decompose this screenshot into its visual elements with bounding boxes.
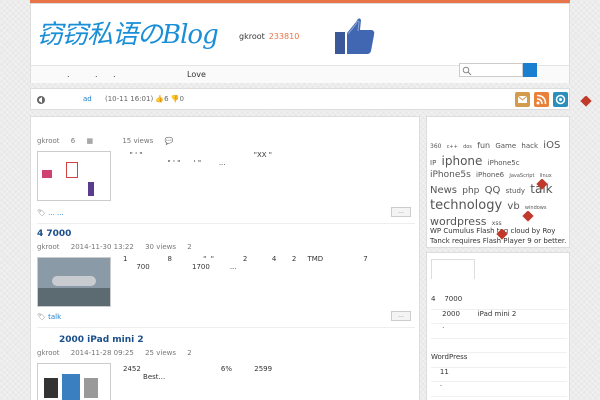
post-date: 2014-11-30 13:22	[70, 243, 134, 251]
tag-cloud-item[interactable]: QQ	[485, 185, 501, 196]
tag-cloud-widget: 360 c++ dos fun Game hack iOS IP iphone …	[426, 116, 570, 248]
header-count: 233810	[268, 32, 300, 41]
post-thumbnail[interactable]	[37, 257, 111, 307]
sidebar-tab[interactable]	[431, 259, 475, 279]
post-date: 2014-11-28 09:25	[70, 349, 134, 357]
tag-link[interactable]: ... ...	[48, 209, 64, 217]
tag-cloud-item[interactable]: 360	[430, 143, 441, 150]
post-author[interactable]: gkroot	[37, 137, 60, 145]
sidebar-list-item[interactable]: ·	[431, 382, 567, 397]
post-tags: 🏷 talk	[37, 313, 62, 321]
announcement-icon	[37, 96, 45, 104]
search-icon	[462, 66, 472, 76]
post-title[interactable]: 2000 iPad mini 2	[59, 335, 144, 345]
nav-item-2[interactable]: .	[95, 70, 98, 79]
header-user: gkroot 233810	[239, 32, 299, 41]
post-meta: gkroot 2014-11-30 13:22 30 views 2	[37, 243, 201, 251]
tag-cloud-item[interactable]: iPhone5c	[488, 159, 520, 167]
post-excerpt: " ' " "XX " " ' " ' " ...	[129, 151, 272, 167]
post-excerpt: 1 8 " " 2 4 2 TMD 7 700 1700 ...	[123, 255, 368, 271]
heart-decoration	[580, 95, 592, 107]
sidebar-list-item[interactable]: 4 7000	[431, 295, 567, 310]
tag-cloud-item[interactable]: fun	[477, 141, 490, 150]
post-author[interactable]: gkroot	[37, 243, 60, 251]
read-more-button[interactable]: ...	[391, 207, 411, 217]
post-grid-icon: ▦	[86, 137, 94, 145]
tag-cloud-item[interactable]: iPhone6	[476, 171, 504, 179]
tag-cloud-item[interactable]: dos	[463, 144, 472, 150]
divider	[37, 327, 415, 328]
post-views: 30 views	[145, 243, 176, 251]
search-button[interactable]	[523, 63, 537, 77]
tag-cloud-item[interactable]: xss	[492, 220, 502, 227]
divider	[37, 223, 415, 224]
thumbs-up-icon	[335, 18, 375, 54]
post-comments[interactable]: 2	[187, 243, 191, 251]
post-thumbnail[interactable]	[37, 363, 111, 400]
tag-cloud-item[interactable]: News	[430, 185, 457, 196]
post-meta: gkroot 2014-11-28 09:25 25 views 2	[37, 349, 201, 357]
notice-bar: ad (10-11 16:01) 👍6 👎0	[30, 88, 570, 110]
post-author[interactable]: gkroot	[37, 349, 60, 357]
tag-cloud-item[interactable]: php	[462, 186, 479, 196]
nav-item-3[interactable]: .	[113, 70, 116, 79]
sidebar-list-item[interactable]: WordPress	[431, 353, 567, 368]
sidebar-recent-widget: 4 7000 2000 iPad mini 2 · WordPress 11 ·	[426, 252, 570, 400]
tag-cloud-item[interactable]: study	[506, 187, 525, 195]
notice-link[interactable]: ad	[83, 95, 92, 103]
sidebar-list: 4 7000 2000 iPad mini 2 · WordPress 11 ·	[431, 295, 567, 397]
sidebar-list-item[interactable]: 2000 iPad mini 2	[431, 310, 567, 324]
rss-icon[interactable]	[534, 92, 549, 107]
tag-link[interactable]: talk	[48, 313, 61, 321]
search-input[interactable]	[459, 63, 523, 77]
post-title[interactable]: 4 7000	[37, 229, 71, 239]
read-more-button[interactable]: ...	[391, 311, 411, 321]
tag-cloud-item[interactable]: IP	[430, 159, 436, 167]
post-tags: 🏷 ... ...	[37, 209, 64, 217]
post-views: 25 views	[145, 349, 176, 357]
tag-cloud-item[interactable]: technology	[430, 198, 502, 213]
post-views: 15 views	[122, 137, 154, 145]
post-meta: gkroot 6 ▦ 15 views 💬	[37, 137, 182, 145]
tag-cloud-item[interactable]: iOS	[543, 140, 560, 151]
sidebar-list-item[interactable]	[431, 339, 567, 353]
sidebar-list-item[interactable]: ·	[431, 324, 567, 339]
sidebar-list-item[interactable]: 11	[431, 368, 567, 382]
comment-icon[interactable]: 💬	[164, 137, 173, 145]
post-excerpt: 2452 6% 2599 Best...	[123, 365, 273, 381]
share-icon[interactable]	[553, 92, 568, 107]
tag-cloud-item[interactable]: hack	[521, 142, 538, 150]
site-logo[interactable]: 窃窃私语のBlog	[37, 14, 219, 51]
tag-cloud-item[interactable]: iphone	[442, 154, 483, 168]
email-icon[interactable]	[515, 92, 530, 107]
tag-cloud-item[interactable]: wordpress	[430, 215, 487, 228]
post-category[interactable]: 6	[71, 137, 75, 145]
tag-cloud-item[interactable]: c++	[447, 144, 458, 150]
nav-item-love[interactable]: Love	[187, 70, 206, 79]
notice-meta: (10-11 16:01) 👍6 👎0	[105, 95, 184, 103]
header-username[interactable]: gkroot	[239, 32, 265, 41]
nav-item-1[interactable]: .	[67, 70, 70, 79]
tag-cloud-item[interactable]: iPhone5s	[430, 170, 471, 180]
post-list: gkroot 6 ▦ 15 views 💬 " ' " "XX " " ' " …	[30, 116, 420, 400]
tag-cloud-item[interactable]: Game	[495, 142, 516, 150]
post-comments[interactable]: 2	[187, 349, 191, 357]
tag-cloud-item[interactable]: JavaScript	[509, 173, 534, 179]
post-thumbnail[interactable]	[37, 151, 111, 201]
tag-cloud-item[interactable]: vb	[507, 201, 519, 212]
